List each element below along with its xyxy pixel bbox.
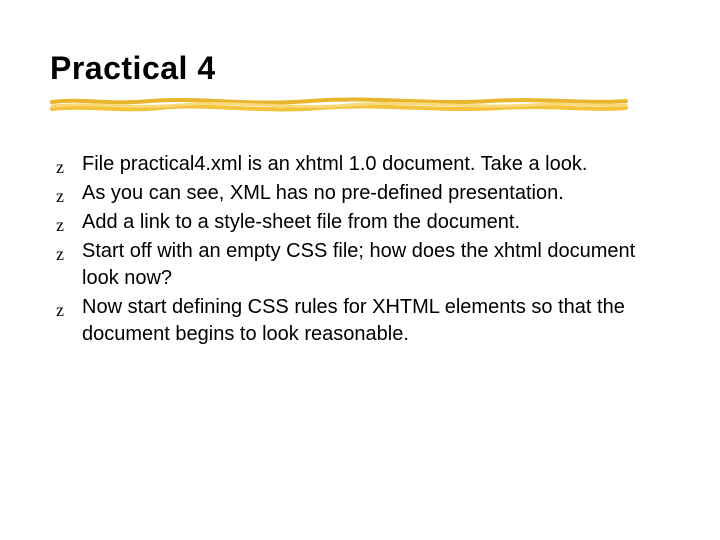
list-item: z Start off with an empty CSS file; how … [56, 238, 670, 292]
list-item-text: As you can see, XML has no pre-defined p… [82, 182, 564, 204]
list-item: z File practical4.xml is an xhtml 1.0 do… [56, 151, 670, 178]
bullet-icon: z [56, 184, 64, 208]
list-item-text: Add a link to a style-sheet file from th… [82, 211, 520, 233]
bullet-icon: z [56, 213, 64, 237]
list-item: z Now start defining CSS rules for XHTML… [56, 294, 670, 348]
page-title: Practical 4 [50, 50, 670, 87]
list-item: z As you can see, XML has no pre-defined… [56, 180, 670, 207]
bullet-icon: z [56, 242, 64, 266]
list-item: z Add a link to a style-sheet file from … [56, 209, 670, 236]
slide: Practical 4 z File practical4.xml is an … [0, 0, 720, 540]
list-item-text: Now start defining CSS rules for XHTML e… [82, 296, 625, 345]
title-underline [50, 95, 630, 117]
list-item-text: File practical4.xml is an xhtml 1.0 docu… [82, 153, 587, 175]
bullet-icon: z [56, 298, 64, 322]
list-item-text: Start off with an empty CSS file; how do… [82, 240, 635, 289]
bullet-list: z File practical4.xml is an xhtml 1.0 do… [50, 151, 670, 348]
bullet-icon: z [56, 155, 64, 179]
